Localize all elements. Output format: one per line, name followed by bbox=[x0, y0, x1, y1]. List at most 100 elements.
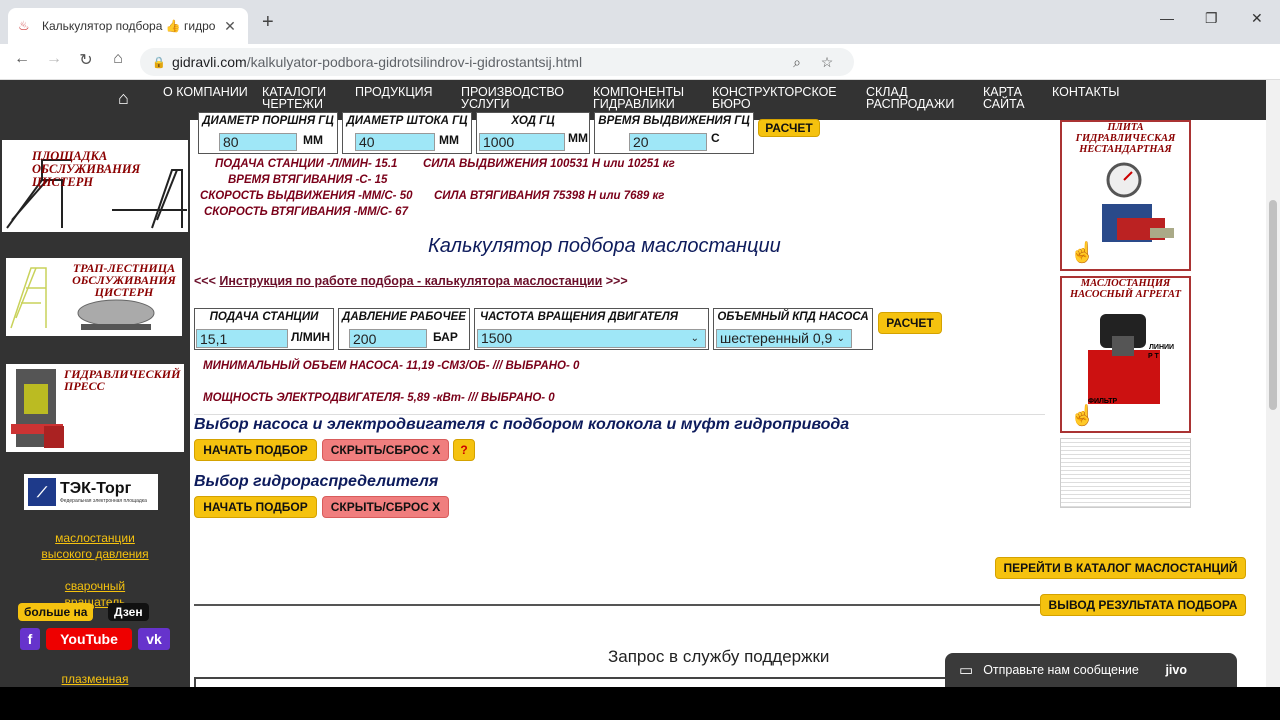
output-result-button[interactable]: ВЫВОД РЕЗУЛЬТАТА ПОДБОРА bbox=[1040, 594, 1246, 616]
extend-time-input[interactable] bbox=[629, 133, 707, 151]
cylinder-result: ПОДАЧА СТАНЦИИ -Л/МИН- 15.1 bbox=[215, 158, 398, 170]
nav-item-sitemap[interactable]: КАРТА САЙТА bbox=[983, 86, 1031, 111]
pump-reset-button[interactable]: СКРЫТЬ/СБРОС Х bbox=[322, 439, 449, 461]
left-sidebar: ПЛОЩАДКА ОБСЛУЖИВАНИЯ ЦИСТЕРН ТРАП-ЛЕСТН… bbox=[0, 120, 190, 687]
pump-help-button[interactable]: ? bbox=[453, 439, 475, 461]
chevron-down-icon: ⌄ bbox=[690, 333, 699, 344]
nav-item-catalogs[interactable]: КАТАЛОГИ ЧЕРТЕЖИ bbox=[262, 86, 334, 111]
field-label: ОБЪЕМНЫЙ КПД НАСОСА bbox=[717, 311, 869, 323]
nav-item-components[interactable]: КОМПОНЕНТЫ ГИДРАВЛИКИ bbox=[593, 86, 693, 111]
youtube-button[interactable]: YouTube bbox=[46, 628, 132, 650]
jivo-brand: jivo bbox=[1165, 663, 1187, 677]
bookmark-star-icon[interactable]: ☆ bbox=[812, 54, 842, 71]
instruction-line: <<< Инструкция по работе подбора - кальк… bbox=[194, 274, 628, 288]
label-pt: P T bbox=[1148, 353, 1159, 360]
page-scrollbar[interactable] bbox=[1266, 80, 1280, 687]
field-unit: С bbox=[711, 131, 720, 145]
close-tab-icon[interactable]: ✕ bbox=[222, 18, 238, 35]
banner-caption: ГИДРАВЛИЧЕСКИЙ ПРЕСС bbox=[64, 367, 181, 393]
nav-item-products[interactable]: ПРОДУКЦИЯ bbox=[355, 86, 433, 99]
rod-diameter-field: ДИАМЕТР ШТОКА ГЦ ММ bbox=[342, 112, 472, 154]
reload-icon[interactable]: ↻ bbox=[74, 50, 98, 70]
cylinder-calc-button[interactable]: РАСЧЕТ bbox=[758, 119, 820, 137]
nav-item-contacts[interactable]: КОНТАКТЫ bbox=[1052, 86, 1119, 99]
card-oil-station[interactable]: МАСЛОСТАНЦИЯ НАСОСНЫЙ АГРЕГАТ ЛИНИИ P T … bbox=[1060, 276, 1191, 433]
minimize-icon[interactable]: — bbox=[1160, 10, 1174, 26]
station-flow-field: ПОДАЧА СТАНЦИИ Л/МИН bbox=[194, 308, 334, 350]
cylinder-result: СКОРОСТЬ ВТЯГИВАНИЯ -ММ/С- 67 bbox=[204, 206, 408, 218]
nav-item-warehouse[interactable]: СКЛАД РАСПРОДАЖИ bbox=[866, 86, 958, 111]
nav-item-about[interactable]: О КОМПАНИИ bbox=[163, 86, 248, 99]
zoom-icon[interactable]: ⌕ bbox=[782, 54, 812, 71]
home-icon[interactable]: ⌂ bbox=[106, 50, 130, 68]
chat-widget[interactable]: ▭ Отправьте нам сообщение jivo bbox=[945, 653, 1237, 687]
nav-item-design-bureau[interactable]: КОНСТРУКТОРСКОЕ БЮРО bbox=[712, 86, 846, 111]
station-result-pump-volume: МИНИМАЛЬНЫЙ ОБЪЕМ НАСОСА- 11,19 -СМ3/ОБ-… bbox=[203, 360, 580, 372]
chat-bubble-icon: ▭ bbox=[959, 662, 974, 679]
pump-selection-title: Выбор насоса и электродвигателя с подбор… bbox=[194, 416, 850, 433]
cylinder-result: СКОРОСТЬ ВЫДВИЖЕНИЯ -ММ/С- 50 bbox=[200, 190, 413, 202]
stroke-input[interactable] bbox=[479, 133, 565, 151]
chevron-down-icon: ⌄ bbox=[836, 333, 845, 344]
banner-press[interactable]: ГИДРАВЛИЧЕСКИЙ ПРЕСС bbox=[6, 364, 184, 452]
piston-diameter-input[interactable] bbox=[219, 133, 297, 151]
address-bar[interactable]: 🔒 gidravli.com/kalkulyator-podbora-gidro… bbox=[140, 48, 854, 76]
pressure-field: ДАВЛЕНИЕ РАБОЧЕЕ БАР bbox=[338, 308, 470, 350]
scrollbar-thumb[interactable] bbox=[1269, 200, 1277, 410]
chat-prompt-text: Отправьте нам сообщение bbox=[983, 663, 1139, 677]
support-form-box[interactable] bbox=[194, 677, 1055, 687]
banner-caption: ПЛОЩАДКА ОБСЛУЖИВАНИЯ ЦИСТЕРН bbox=[32, 149, 141, 189]
new-tab-icon[interactable]: + bbox=[262, 12, 274, 32]
select-value: шестеренный 0,9 bbox=[720, 330, 833, 346]
instruction-link[interactable]: Инструкция по работе подбора - калькулят… bbox=[219, 274, 602, 288]
dzen-button[interactable]: Дзен bbox=[108, 603, 149, 621]
close-window-icon[interactable]: ✕ bbox=[1251, 10, 1263, 27]
rod-diameter-input[interactable] bbox=[355, 133, 435, 151]
pump-efficiency-field: ОБЪЕМНЫЙ КПД НАСОСА шестеренный 0,9 ⌄ bbox=[713, 308, 873, 350]
field-unit: БАР bbox=[433, 330, 458, 344]
nav-item-production[interactable]: ПРОИЗВОДСТВО УСЛУГИ bbox=[461, 86, 573, 111]
video-bottom-bar bbox=[0, 687, 1280, 720]
card-caption: МАСЛОСТАНЦИЯ НАСОСНЫЙ АГРЕГАТ bbox=[1070, 278, 1181, 300]
field-label: ДИАМЕТР ШТОКА ГЦ bbox=[346, 115, 468, 127]
card-caption: ПЛИТА ГИДРАВЛИЧЕСКАЯ НЕСТАНДАРТНАЯ bbox=[1075, 122, 1176, 155]
field-label: ДИАМЕТР ПОРШНЯ ГЦ bbox=[202, 115, 334, 127]
valve-start-button[interactable]: НАЧАТЬ ПОДБОР bbox=[194, 496, 317, 518]
station-flow-input[interactable] bbox=[196, 329, 288, 348]
link-oil-stations[interactable]: маслостанции высокого давления bbox=[36, 530, 154, 562]
field-label: ЧАСТОТА ВРАЩЕНИЯ ДВИГАТЕЛЯ bbox=[480, 311, 679, 323]
spec-table-thumbnail[interactable] bbox=[1060, 438, 1191, 508]
station-calc-title: Калькулятор подбора маслостанции bbox=[428, 235, 781, 257]
valve-selection-title: Выбор гидрораспределителя bbox=[194, 473, 439, 490]
facebook-button[interactable]: f bbox=[20, 628, 40, 650]
banner-ladder[interactable]: ТРАП-ЛЕСТНИЦА ОБСЛУЖИВАНИЯ ЦИСТЕРН bbox=[6, 258, 182, 336]
pump-efficiency-select[interactable]: шестеренный 0,9 ⌄ bbox=[716, 329, 852, 348]
station-calc-button[interactable]: РАСЧЕТ bbox=[878, 312, 942, 334]
go-to-catalog-button[interactable]: ПЕРЕЙТИ В КАТАЛОГ МАСЛОСТАНЦИЙ bbox=[995, 557, 1246, 579]
cylinder-result: СИЛА ВЫДВИЖЕНИЯ 100531 Н или 10251 кг bbox=[423, 158, 675, 170]
pressure-input[interactable] bbox=[349, 329, 427, 348]
main-content: ДИАМЕТР ПОРШНЯ ГЦ ММ ДИАМЕТР ШТОКА ГЦ ММ… bbox=[190, 112, 1055, 687]
tek-torg-logo[interactable]: ⟋ ТЭК-Торг Федеральная электронная площа… bbox=[24, 474, 158, 510]
site-home-icon[interactable]: ⌂ bbox=[118, 88, 129, 109]
restore-icon[interactable]: ❐ bbox=[1205, 10, 1218, 27]
motor-rpm-select[interactable]: 1500 ⌄ bbox=[477, 329, 706, 348]
tek-logo-text: ТЭК-Торг bbox=[60, 480, 132, 497]
pump-start-button[interactable]: НАЧАТЬ ПОДБОР bbox=[194, 439, 317, 461]
card-hydraulic-plate[interactable]: ПЛИТА ГИДРАВЛИЧЕСКАЯ НЕСТАНДАРТНАЯ ☝ bbox=[1060, 120, 1191, 271]
back-icon[interactable]: ← bbox=[10, 50, 34, 68]
cylinder-result: ВРЕМЯ ВТЯГИВАНИЯ -С- 15 bbox=[228, 174, 388, 186]
station-result-motor-power: МОЩНОСТЬ ЭЛЕКТРОДВИГАТЕЛЯ- 5,89 -кВт- //… bbox=[203, 392, 555, 404]
browser-tab[interactable]: ♨ Калькулятор подбора 👍 гидро ✕ bbox=[8, 8, 248, 44]
field-label: ВРЕМЯ ВЫДВИЖЕНИЯ ГЦ bbox=[598, 115, 750, 127]
divider bbox=[194, 414, 1045, 415]
forward-icon[interactable]: → bbox=[42, 50, 66, 68]
vk-button[interactable]: vk bbox=[138, 628, 170, 650]
banner-service-platform[interactable]: ПЛОЩАДКА ОБСЛУЖИВАНИЯ ЦИСТЕРН bbox=[2, 140, 188, 232]
support-request-title: Запрос в службу поддержки bbox=[608, 647, 830, 666]
cylinder-result: СИЛА ВТЯГИВАНИЯ 75398 Н или 7689 кг bbox=[434, 190, 665, 202]
link-plasma[interactable]: плазменная bbox=[36, 672, 154, 686]
field-unit: ММ bbox=[439, 133, 459, 147]
valve-reset-button[interactable]: СКРЫТЬ/СБРОС Х bbox=[322, 496, 449, 518]
hand-pointer-icon: ☝ bbox=[1070, 242, 1095, 264]
